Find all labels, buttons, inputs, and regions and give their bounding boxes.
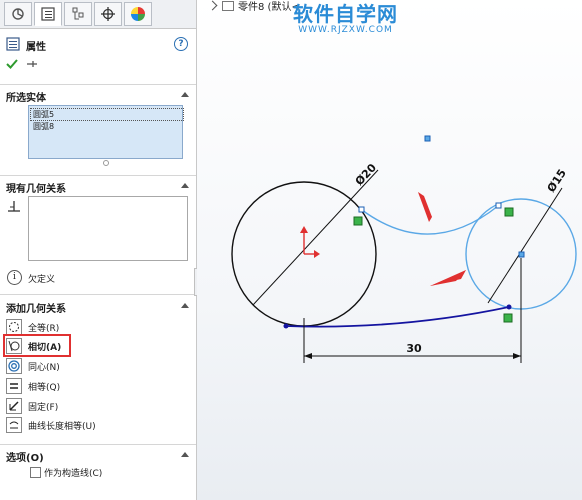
existing-relations-header: 現有几何关系: [6, 184, 66, 195]
relation-symbol-icon: [7, 200, 21, 215]
equal-curve-length-icon: [6, 417, 22, 433]
tangent-highlight-box: [3, 334, 71, 357]
relation-fix[interactable]: 固定(F): [6, 397, 58, 415]
dim-distance[interactable]: 30: [406, 342, 422, 355]
dimension-arrow-icon: [304, 353, 312, 359]
display-manager-icon: [131, 7, 145, 21]
relation-concentric[interactable]: 同心(N): [6, 357, 60, 375]
sketch-point[interactable]: [358, 206, 365, 213]
dim-small-circle[interactable]: Ø15: [545, 167, 569, 195]
property-manager-icon: [41, 7, 55, 21]
origin-arrow-icon: [314, 250, 320, 258]
coradial-icon: [6, 319, 22, 335]
fix-icon: [6, 398, 22, 414]
feature-manager-icon: [12, 8, 24, 20]
sketch-point[interactable]: [495, 202, 502, 209]
chevron-up-icon[interactable]: [181, 452, 189, 457]
property-manager: 属性 ? 所选实体 圆弧5 圆弧8 現有几何关系 i 欠定义 添加几何关系 全等…: [0, 0, 197, 500]
relation-label: 固定(F): [28, 402, 59, 413]
relation-label: 相等(Q): [28, 382, 61, 393]
relation-label: 同心(N): [28, 362, 60, 373]
relation-label: 全等(R): [28, 323, 60, 334]
help-icon[interactable]: ?: [174, 37, 188, 51]
sketch-point[interactable]: [506, 304, 512, 310]
concentric-icon: [6, 358, 22, 374]
selected-entities-header: 所选实体: [6, 93, 46, 104]
display-manager-tab[interactable]: [124, 2, 152, 26]
info-icon: i: [7, 270, 22, 285]
origin-arrow-icon: [300, 226, 308, 233]
equal-icon: [6, 378, 22, 394]
selected-entities-list[interactable]: 圆弧5 圆弧8: [28, 105, 184, 159]
pin-icon[interactable]: [26, 58, 38, 73]
sketch-point[interactable]: [518, 251, 525, 258]
red-arrow-icon: [418, 192, 432, 217]
sketch-point[interactable]: [424, 135, 431, 142]
property-manager-tab[interactable]: [34, 2, 62, 26]
property-icon: [6, 37, 20, 51]
dimxpert-icon: [101, 7, 115, 21]
ok-check-icon[interactable]: [6, 58, 18, 73]
list-item[interactable]: 圆弧5: [30, 108, 184, 121]
dimxpert-tab[interactable]: [94, 2, 122, 26]
configuration-manager-icon: [72, 7, 84, 20]
dimension-arrow-icon: [513, 353, 521, 359]
status-text: 欠定义: [28, 275, 56, 285]
chevron-up-icon[interactable]: [181, 303, 189, 308]
chevron-up-icon[interactable]: [181, 92, 189, 97]
relation-equal-curve-length[interactable]: 曲线长度相等(U): [6, 416, 96, 434]
resize-handle[interactable]: [103, 160, 109, 166]
list-item[interactable]: 圆弧8: [30, 121, 54, 132]
relation-glyph-icon[interactable]: [353, 216, 363, 226]
configuration-manager-tab[interactable]: [64, 2, 92, 26]
manager-tabs: [0, 0, 196, 29]
relation-equal[interactable]: 相等(Q): [6, 377, 60, 395]
dim-large-circle[interactable]: Ø20: [353, 161, 380, 188]
property-title: 属性: [26, 42, 46, 53]
options-header: 选项(O): [6, 453, 44, 464]
red-arrow-icon: [430, 270, 466, 286]
chevron-up-icon[interactable]: [181, 183, 189, 188]
relation-label: 曲线长度相等(U): [28, 421, 96, 432]
sketch-point[interactable]: [283, 323, 289, 329]
construction-label: 作为构造线(C): [44, 469, 103, 479]
add-relations-header: 添加几何关系: [6, 304, 66, 315]
feature-manager-tab[interactable]: [4, 2, 32, 26]
relation-glyph-icon[interactable]: [503, 313, 513, 323]
relation-glyph-icon[interactable]: [504, 207, 514, 217]
construction-checkbox[interactable]: [30, 467, 41, 478]
graphics-area[interactable]: 零件8 (默认< 软件自学网 WWW.RJZXW.COM Ø20 Ø15 30: [197, 0, 582, 500]
sketch-canvas[interactable]: Ø20 Ø15 30: [197, 0, 582, 500]
existing-relations-list[interactable]: [28, 196, 188, 261]
